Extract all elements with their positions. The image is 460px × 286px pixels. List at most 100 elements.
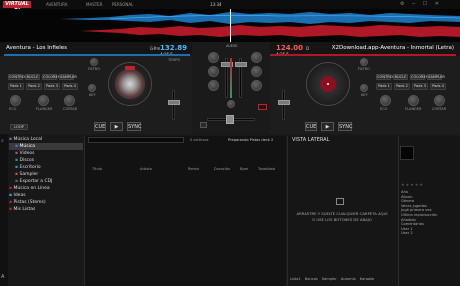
deck-right-pad-1[interactable]: Pads 1: [376, 83, 392, 90]
mixer-gain-knob[interactable]: [227, 100, 235, 108]
deck-right-title: X2Download.app-Aventura - Inmortal (Letr…: [331, 45, 454, 51]
online-icon: ▪: [9, 186, 13, 191]
vu-meter: [230, 58, 232, 98]
side-tab-bancos[interactable]: Bancos: [305, 277, 318, 284]
mixer-right-mid-knob[interactable]: [251, 66, 262, 77]
side-tab-karaoke[interactable]: Karaoke: [360, 277, 375, 284]
tree-mis-listas[interactable]: ▪ Mis Listas: [9, 206, 83, 213]
deck-right-tab-sampler[interactable]: SAMPLER: [427, 74, 445, 80]
desktop-icon: ▪: [15, 165, 19, 170]
mode-label[interactable]: MASTER: [86, 2, 102, 7]
deck-right-pitch-fader[interactable]: [278, 100, 290, 105]
deck-left-tab-controles[interactable]: CONTROLES: [8, 74, 31, 80]
col-bpm[interactable]: Bpm: [240, 167, 248, 171]
deck-right-cue-button[interactable]: CUE: [305, 122, 317, 131]
deck-right-filter-knob[interactable]: [360, 58, 368, 66]
deck-right-play-button[interactable]: ▶: [321, 122, 334, 131]
col-key[interactable]: Tonalidad: [258, 167, 275, 171]
deck-right-flanger-knob[interactable]: [408, 95, 419, 106]
col-artist[interactable]: Artista: [140, 167, 152, 171]
headphone-left-button[interactable]: [200, 122, 207, 128]
mixer-right-volume-fader[interactable]: [235, 62, 247, 67]
deck-right-sync-button[interactable]: SYNC: [338, 122, 352, 131]
deck-left-cue-button[interactable]: CUE: [94, 122, 106, 131]
file-list[interactable]: [84, 136, 286, 286]
deck-left-play-button[interactable]: ▶: [110, 122, 123, 131]
mixer-left-bass-knob[interactable]: [208, 80, 219, 91]
font-size-icon[interactable]: A: [1, 274, 4, 280]
tree-musica-en-linea[interactable]: ▪ Música en Línea: [9, 185, 83, 192]
album-art-left: [115, 69, 145, 99]
deck-left-filter-knob[interactable]: [90, 58, 98, 66]
deck-right-pad-3[interactable]: Pads 3: [412, 83, 428, 90]
deck-right-tab-controles[interactable]: CONTROLES: [376, 74, 399, 80]
deck-left-key-knob[interactable]: [88, 84, 96, 92]
deck-right-eco-knob[interactable]: [380, 95, 391, 106]
deck-right-filter-label: FILTRO: [358, 67, 370, 71]
search-icon[interactable]: ⌕: [1, 138, 4, 144]
browser-toolbar: [0, 134, 8, 286]
deck-left-sync-button[interactable]: SYNC: [127, 122, 141, 131]
deck-left-tab-colores[interactable]: COLORES: [42, 74, 60, 80]
music-icon: ▪: [15, 144, 19, 149]
deck-right-jogwheel[interactable]: [306, 62, 350, 106]
tree-escritorio[interactable]: ▪ Escritorio: [9, 164, 83, 171]
waveform-area[interactable]: [0, 9, 460, 42]
col-remix[interactable]: Remix: [188, 167, 199, 171]
deck-left-filter-label: FILTRO: [88, 67, 100, 71]
mixer-right-bass-knob[interactable]: [251, 80, 262, 91]
deck-left-pad-1[interactable]: Pads 1: [8, 83, 24, 90]
col-title[interactable]: Título: [92, 167, 102, 171]
deck-right-pad-4[interactable]: Pads 4: [430, 83, 446, 90]
deck-left-tab-bucle[interactable]: BUCLE: [25, 74, 40, 80]
search-input[interactable]: [88, 137, 184, 143]
deck-right-tab-bucle[interactable]: BUCLE: [393, 74, 408, 80]
deck-right-pitch-track[interactable]: [282, 90, 285, 120]
deck-left-pad-2[interactable]: Pads 2: [26, 83, 42, 90]
tree-musica-local[interactable]: ▪ Música Local: [9, 136, 83, 143]
view-label[interactable]: PERSONAL: [112, 2, 133, 7]
deck-left-tab-sampler[interactable]: SAMPLER: [59, 74, 77, 80]
folder-icon: ▪: [9, 137, 13, 142]
crossfader[interactable]: [226, 115, 234, 124]
deck-left-fx-3: CORTAR: [63, 107, 78, 111]
tree-ideas[interactable]: ▪ Ideas: [9, 192, 83, 199]
deck-right-tab-colores[interactable]: COLORES: [410, 74, 428, 80]
tree-discos[interactable]: ▪ Discos: [9, 157, 83, 164]
deck-right-pad-2[interactable]: Pads 2: [394, 83, 410, 90]
deck-left-eco-knob[interactable]: [10, 95, 21, 106]
tree-sampler[interactable]: ▪ Sampler: [9, 171, 83, 178]
deck-left-pitch-track[interactable]: [172, 90, 175, 120]
deck-left-flanger-knob[interactable]: [38, 95, 49, 106]
deck-left-cortar-knob[interactable]: [64, 95, 75, 106]
vinyl-spindle: [327, 83, 329, 85]
info-user2: User 2: [401, 231, 413, 236]
side-tab-lista[interactable]: Lista1: [290, 277, 301, 284]
side-title: VISTA LATERAL: [292, 137, 330, 143]
deck-left-pad-3[interactable]: Pads 3: [44, 83, 60, 90]
deck-left-jogwheel[interactable]: [108, 62, 152, 106]
col-duration[interactable]: Duración: [214, 167, 230, 171]
rating-stars[interactable]: ★★★★★: [401, 182, 424, 187]
deck-right-key-knob[interactable]: [360, 84, 368, 92]
deck-left-loop[interactable]: LOOP: [10, 124, 28, 130]
user-label[interactable]: AVENTURA: [46, 2, 67, 7]
mixer-title: AUDIO: [226, 44, 238, 48]
window-controls[interactable]: ⚙ ─ ☐ ✕: [400, 1, 458, 8]
mixer-right-treble-knob[interactable]: [251, 52, 262, 63]
tree-exportar[interactable]: ▪ Exportar a CDJ: [9, 178, 83, 185]
deck-left-pad-4[interactable]: Pads 4: [62, 83, 78, 90]
tree-musica[interactable]: ▪ Música: [9, 143, 83, 150]
folder-drop-icon: [336, 198, 344, 205]
deck-right-cortar-knob[interactable]: [434, 95, 445, 106]
side-tab-sampler[interactable]: Sampler: [322, 277, 337, 284]
side-tab-automix[interactable]: Automix: [341, 277, 356, 284]
deck-left-pitch-fader[interactable]: [168, 100, 180, 105]
headphone-right-button[interactable]: [258, 104, 267, 110]
tree-videos[interactable]: ▪ Videos: [9, 150, 83, 157]
tree-stems[interactable]: ▪ Pistas (Stems): [9, 199, 83, 206]
mixer-left-mid-knob[interactable]: [208, 66, 219, 77]
cover-art: [400, 146, 414, 160]
side-msg-2: O USE LOS BOTONES DE ABAJO: [312, 217, 372, 222]
mixer-left-treble-knob[interactable]: [208, 52, 219, 63]
